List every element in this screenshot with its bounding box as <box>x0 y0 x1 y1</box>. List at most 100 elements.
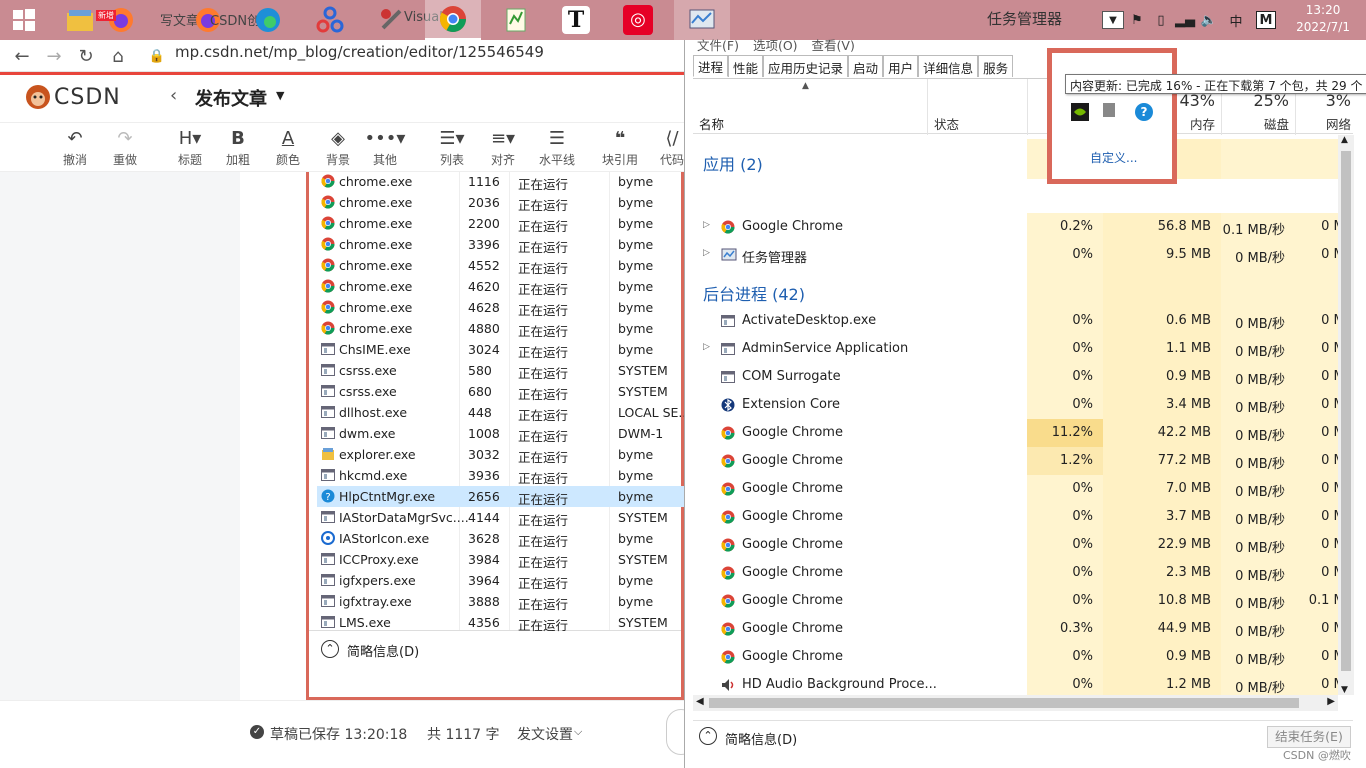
fewer-details-link[interactable]: 简略信息(D) <box>725 729 797 748</box>
process-row[interactable]: chrome.exe 4620 正在运行 byme <box>317 276 687 297</box>
process-row[interactable]: dwm.exe 1008 正在运行 DWM-1 <box>317 423 687 444</box>
group-header[interactable]: 后台进程 (42) <box>693 269 1353 309</box>
menu-view[interactable]: 查看(V) <box>812 35 855 54</box>
process-row[interactable]: IAStorDataMgrSvc.... 4144 正在运行 SYSTEM <box>317 507 687 528</box>
end-task-button[interactable]: 结束任务(E) <box>1267 726 1351 748</box>
process-row[interactable]: chrome.exe 4880 正在运行 byme <box>317 318 687 339</box>
tab-users[interactable]: 用户 <box>883 55 919 77</box>
vertical-scrollbar[interactable]: ▲ ▼ <box>1338 135 1354 695</box>
more-button[interactable]: •••▾ 其他 <box>360 127 410 168</box>
expand-chevron-icon[interactable]: ▷ <box>703 220 710 230</box>
start-button[interactable] <box>0 0 48 40</box>
background-button[interactable]: ◈ 背景 <box>313 127 363 168</box>
process-row[interactable]: igfxtray.exe 3888 正在运行 byme <box>317 591 687 612</box>
taskbar-edge[interactable] <box>244 0 292 40</box>
list-button[interactable]: ☰▾ 列表 <box>427 127 477 168</box>
process-row[interactable]: chrome.exe 3396 正在运行 byme <box>317 234 687 255</box>
process-row[interactable]: Google Chrome1.2%77.2 MB0 MB/秒0 Mb <box>693 447 1353 475</box>
screenshot-footer-label[interactable]: 简略信息(D) <box>347 641 419 660</box>
menu-options[interactable]: 选项(O) <box>753 35 798 54</box>
process-row[interactable]: csrss.exe 580 正在运行 SYSTEM <box>317 360 687 381</box>
process-row[interactable]: LMS.exe 4356 正在运行 SYSTEM <box>317 612 687 633</box>
post-settings-button[interactable]: 发文设置 <box>517 724 573 744</box>
clock[interactable]: 13:20 2022/7/1 <box>1296 2 1350 36</box>
signal-icon[interactable]: ▂▄ <box>1175 9 1195 31</box>
gray-flag-icon[interactable] <box>1103 103 1115 117</box>
process-row[interactable]: Google Chrome0.3%44.9 MB0 MB/秒0 Mb <box>693 615 1353 643</box>
process-row[interactable]: ChsIME.exe 3024 正在运行 byme <box>317 339 687 360</box>
process-row[interactable]: ? HlpCtntMgr.exe 2656 正在运行 byme <box>317 486 687 507</box>
process-row[interactable]: ActivateDesktop.exe0%0.6 MB0 MB/秒0 Mb <box>693 307 1353 335</box>
flag-icon[interactable]: ⚑ <box>1128 9 1146 31</box>
taskbar-app-network[interactable] <box>306 0 354 40</box>
tab-app-history[interactable]: 应用历史记录 <box>763 55 849 77</box>
home-icon[interactable]: ⌂ <box>106 44 130 68</box>
vertical-scroll-thumb[interactable] <box>1341 151 1351 671</box>
customize-link[interactable]: 自定义... <box>1090 149 1137 166</box>
tab-services[interactable]: 服务 <box>978 55 1014 77</box>
process-row[interactable]: IAStorIcon.exe 3628 正在运行 byme <box>317 528 687 549</box>
taskbar-taskmanager[interactable] <box>674 0 730 40</box>
process-row[interactable]: Google Chrome0%3.7 MB0 MB/秒0 Mb <box>693 503 1353 531</box>
tab-details[interactable]: 详细信息 <box>918 55 979 77</box>
collapse-circle-icon[interactable]: ⌃ <box>321 640 339 658</box>
lock-icon[interactable]: 🔒 <box>145 44 169 68</box>
redo-button[interactable]: ↷ 重做 <box>100 127 150 168</box>
color-button[interactable]: A 颜色 <box>263 127 313 168</box>
collapse-circle-icon[interactable]: ⌃ <box>699 727 717 745</box>
taskbar-app-typora[interactable]: T <box>552 0 600 40</box>
expand-chevron-icon[interactable]: ▷ <box>703 342 710 352</box>
tab-processes[interactable]: 进程 <box>693 55 729 77</box>
url-input[interactable]: mp.csdn.net/mp_blog/creation/editor/1255… <box>175 43 544 61</box>
process-row[interactable]: Google Chrome11.2%42.2 MB0 MB/秒0 Mb <box>693 419 1353 447</box>
process-row[interactable]: igfxpers.exe 3964 正在运行 byme <box>317 570 687 591</box>
taskbar-firefox-1[interactable]: 新增 <box>96 0 144 40</box>
process-row[interactable]: chrome.exe 2036 正在运行 byme <box>317 192 687 213</box>
tray-overflow-button[interactable]: ▼ <box>1102 11 1124 29</box>
process-row[interactable]: Extension Core0%3.4 MB0 MB/秒0 Mb <box>693 391 1353 419</box>
back-chevron-icon[interactable]: ‹ <box>170 85 177 106</box>
process-row[interactable]: ▷ AdminService Application 0% 1.1 MB 0 MB/秒 0… <box>693 335 1353 363</box>
process-row[interactable]: Google Chrome0%7.0 MB0 MB/秒0 Mb <box>693 475 1353 503</box>
process-row[interactable]: HD Audio Background Proce... 0% 1.2 MB 0 MB… <box>693 671 1353 695</box>
col-status-header[interactable]: 状态 <box>927 79 1027 135</box>
col-name[interactable]: 名称 <box>699 114 724 133</box>
hr-button[interactable]: ☰ 水平线 <box>532 127 582 168</box>
process-row[interactable]: ▷Google Chrome0.2%56.8 MB0.1 MB/秒0 Mb <box>693 213 1353 241</box>
forward-icon[interactable]: → <box>42 44 66 68</box>
csdn-logo[interactable]: CSDN <box>24 83 121 111</box>
device-icon[interactable]: ▯ <box>1152 9 1170 31</box>
blockquote-button[interactable]: ❝ 块引用 <box>595 127 645 168</box>
menu-file[interactable]: 文件(F) <box>697 35 739 54</box>
process-row[interactable]: COM Surrogate0%0.9 MB0 MB/秒0 Mb <box>693 363 1353 391</box>
taskbar-app-notes[interactable] <box>492 0 540 40</box>
horizontal-scrollbar[interactable]: ◀ ▶ <box>693 695 1338 711</box>
nvidia-icon[interactable] <box>1071 103 1089 121</box>
process-row[interactable]: chrome.exe 1116 正在运行 byme <box>317 171 687 192</box>
undo-button[interactable]: ↶ 撤消 <box>50 127 100 168</box>
process-row[interactable]: Google Chrome0%22.9 MB0 MB/秒0 Mb <box>693 531 1353 559</box>
tab-performance[interactable]: 性能 <box>728 55 764 77</box>
volume-icon[interactable]: 🔈 <box>1200 9 1218 31</box>
process-row[interactable]: chrome.exe 2200 正在运行 byme <box>317 213 687 234</box>
help-circle-icon[interactable]: ? <box>1135 103 1153 121</box>
ime-indicator[interactable]: 中 <box>1226 9 1246 31</box>
group-header[interactable]: 应用 (2) <box>693 139 1353 179</box>
process-row[interactable]: chrome.exe 4628 正在运行 byme <box>317 297 687 318</box>
process-row[interactable]: ▷任务管理器0%9.5 MB0 MB/秒0 Mb <box>693 241 1353 269</box>
process-row[interactable]: dllhost.exe 448 正在运行 LOCAL SE... <box>317 402 690 423</box>
process-row[interactable]: Google Chrome0%0.9 MB0 MB/秒0 Mb <box>693 643 1353 671</box>
scroll-up-icon[interactable]: ▲ <box>1341 135 1348 145</box>
ime-mode[interactable]: M <box>1256 11 1276 29</box>
scroll-down-icon[interactable]: ▼ <box>1341 685 1348 695</box>
heading-button[interactable]: H▾ 标题 <box>165 127 215 168</box>
process-row[interactable]: Google Chrome0%2.3 MB0 MB/秒0 Mb <box>693 559 1353 587</box>
process-row[interactable]: csrss.exe 680 正在运行 SYSTEM <box>317 381 687 402</box>
scroll-right-icon[interactable]: ▶ <box>1327 696 1335 707</box>
back-icon[interactable]: ← <box>10 44 34 68</box>
process-row[interactable]: ICCProxy.exe 3984 正在运行 SYSTEM <box>317 549 687 570</box>
caret-down-icon[interactable]: ▼ <box>276 89 284 102</box>
taskbar-app-netease[interactable]: ◎ <box>614 0 662 40</box>
reload-icon[interactable]: ↻ <box>74 44 98 68</box>
scroll-left-icon[interactable]: ◀ <box>696 696 704 707</box>
